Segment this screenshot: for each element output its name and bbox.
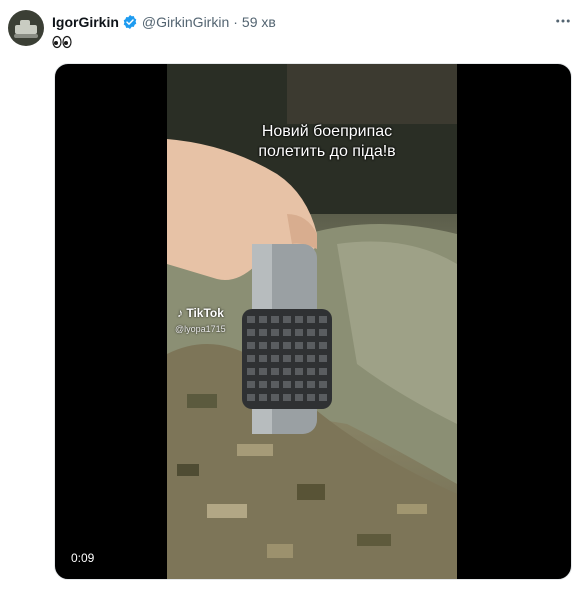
verified-badge-icon bbox=[123, 15, 137, 29]
video-player[interactable]: Новий боеприпас полетить до піда!в ♪ Tik… bbox=[54, 63, 572, 580]
video-elapsed-time: 0:09 bbox=[71, 551, 95, 565]
caption-line-2: полетить до піда!в bbox=[258, 143, 396, 160]
tweet-header: IgorGirkin @GirkinGirkin · 59 хв bbox=[52, 13, 276, 31]
tank-icon-body bbox=[15, 25, 37, 34]
video-frame: Новий боеприпас полетить до піда!в ♪ Tik… bbox=[167, 64, 457, 579]
eyes-emoji-icon bbox=[52, 36, 72, 49]
tweet-timestamp[interactable]: 59 хв bbox=[242, 13, 276, 31]
tweet-text bbox=[52, 32, 72, 50]
tank-icon-track bbox=[14, 34, 38, 38]
author-handle[interactable]: @GirkinGirkin bbox=[142, 13, 229, 31]
header-separator: · bbox=[233, 14, 238, 30]
more-options-icon[interactable] bbox=[554, 12, 572, 30]
tiktok-note-icon: ♪ bbox=[177, 306, 183, 320]
tweet-card: IgorGirkin @GirkinGirkin · 59 хв Новий б… bbox=[0, 0, 586, 591]
tiktok-brand: TikTok bbox=[186, 306, 224, 320]
video-caption-overlay: Новий боеприпас полетить до піда!в bbox=[227, 122, 427, 162]
caption-line-1: Новий боеприпас bbox=[261, 123, 393, 140]
tiktok-username: @lyopa1715 bbox=[175, 324, 226, 334]
author-display-name[interactable]: IgorGirkin bbox=[52, 13, 119, 31]
tiktok-watermark: ♪ TikTok bbox=[177, 306, 224, 320]
author-avatar[interactable] bbox=[8, 10, 44, 46]
